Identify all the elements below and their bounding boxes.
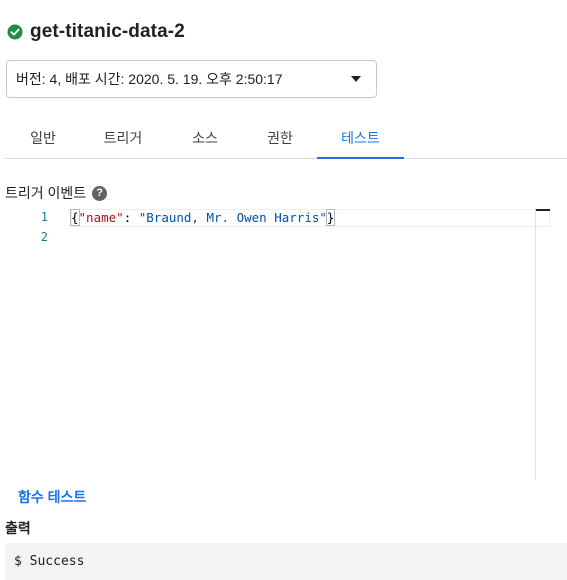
function-header: get-titanic-data-2: [7, 20, 185, 44]
tab-general[interactable]: 일반: [18, 118, 68, 158]
code-line: {"name": "Braund, Mr. Owen Harris"}: [70, 209, 336, 226]
code-token-punct: {: [70, 209, 80, 226]
output-text: $ Success: [14, 554, 85, 569]
check-circle-icon: [7, 24, 23, 40]
code-area[interactable]: {"name": "Braund, Mr. Owen Harris"}: [70, 208, 550, 480]
test-function-button[interactable]: 함수 테스트: [9, 486, 95, 508]
output-panel: $ Success: [5, 543, 567, 580]
code-token-key: "name": [78, 210, 124, 225]
tab-permissions[interactable]: 권한: [255, 118, 305, 158]
editor-scrollbar[interactable]: [535, 208, 536, 480]
dropdown-arrow-icon: [351, 76, 361, 82]
tab-trigger[interactable]: 트리거: [95, 118, 151, 158]
version-select[interactable]: 버전: 4, 배포 시간: 2020. 5. 19. 오후 2:50:17: [6, 60, 377, 98]
tab-source[interactable]: 소스: [180, 118, 230, 158]
code-token-punct: :: [123, 210, 139, 225]
help-circle-icon[interactable]: ?: [92, 185, 108, 201]
overview-ruler-cursor: [536, 209, 550, 211]
line-number: 2: [40, 230, 48, 244]
page-title: get-titanic-data-2: [30, 21, 185, 42]
code-token-string: "Braund, Mr. Owen Harris": [138, 210, 327, 225]
code-token-punct: }: [325, 209, 336, 226]
output-label: 출력: [5, 520, 31, 536]
tab-bar: 일반 트리거 소스 권한 테스트: [5, 118, 567, 159]
tab-test[interactable]: 테스트: [317, 118, 404, 159]
trigger-event-editor[interactable]: 1 2 {"name": "Braund, Mr. Owen Harris"}: [5, 208, 550, 480]
line-number: 1: [40, 210, 48, 224]
trigger-event-label: 트리거 이벤트 ?: [5, 185, 108, 201]
version-select-value: 버전: 4, 배포 시간: 2020. 5. 19. 오후 2:50:17: [16, 71, 283, 87]
